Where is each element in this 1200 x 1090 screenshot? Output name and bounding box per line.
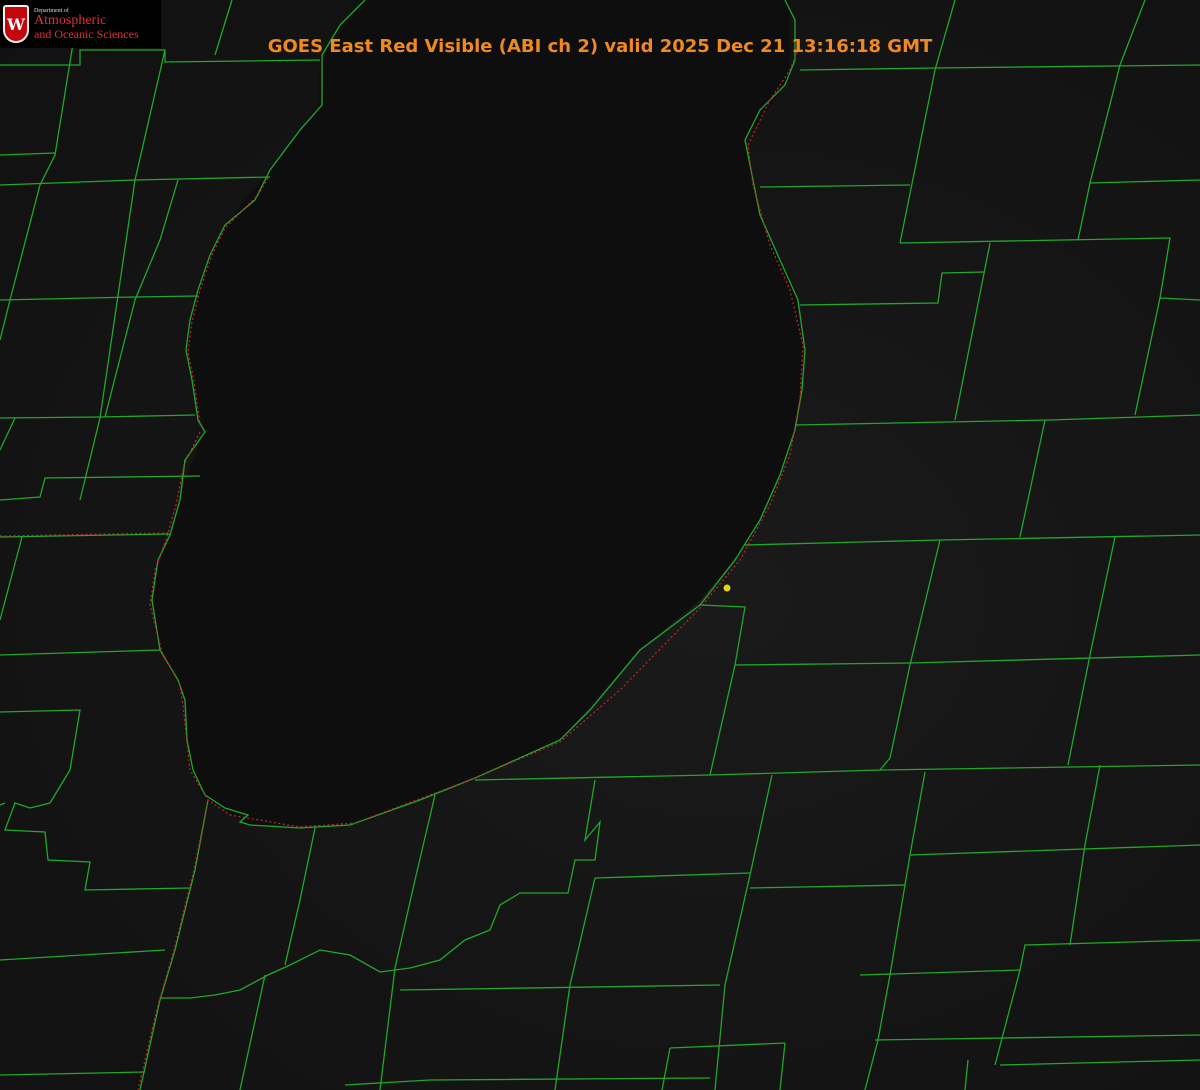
crest-letter: W (7, 14, 25, 34)
map-overlay (0, 0, 1200, 1090)
satellite-image-frame: W Department of Atmospheric and Oceanic … (0, 0, 1200, 1090)
image-title: GOES East Red Visible (ABI ch 2) valid 2… (267, 36, 933, 57)
lake-michigan-water (150, 0, 805, 825)
station-marker (723, 584, 731, 592)
logo-line-1: Atmospheric (34, 13, 107, 28)
